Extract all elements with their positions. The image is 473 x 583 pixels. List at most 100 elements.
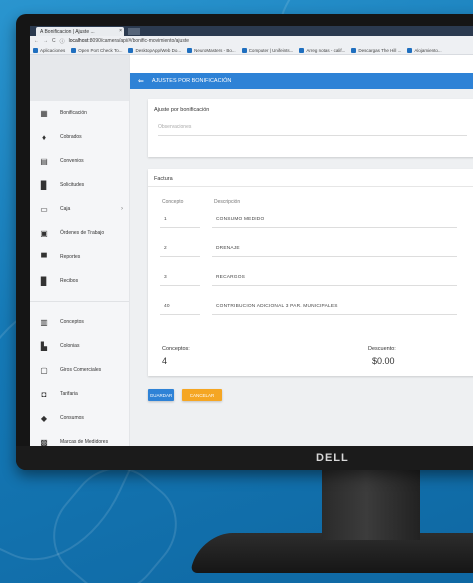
sidebar-item[interactable]: ▉ Solicitudes — [30, 173, 129, 197]
sidebar-item[interactable]: ▢ Giros Comerciales — [30, 358, 129, 382]
bookmark-icon — [407, 47, 413, 53]
concepto-cell[interactable]: 40 — [164, 304, 170, 309]
concepto-underline — [160, 227, 200, 228]
sidebar-item[interactable]: ◆ Consumos — [30, 406, 129, 430]
new-tab-button[interactable] — [128, 28, 140, 35]
sidebar-item-label: Giros Comerciales — [60, 367, 102, 373]
sidebar-item-label: Colonias — [60, 343, 80, 349]
address-bar[interactable]: ← → C ⓘ localhost:8090/camera/api/#/boni… — [30, 36, 473, 46]
monitor-stand — [322, 470, 420, 540]
concepto-underline — [160, 285, 200, 286]
column-header-concepto: Concepto — [162, 199, 184, 205]
cancel-button[interactable]: CANCELAR — [182, 389, 222, 401]
sidebar-item[interactable]: ▉ Recibos — [30, 269, 129, 293]
sidebar-menu-catalogs: ▥ Conceptos ▙ Colonias ▢ Giros Comerciales ◘ Ta… — [30, 310, 129, 447]
bookmark-item[interactable]: Aplicaciones — [33, 47, 65, 53]
bookmark-item[interactable]: Arreg notas - calif... — [299, 47, 346, 53]
sidebar-item[interactable]: ▥ Conceptos — [30, 310, 129, 334]
printer-icon: ▀ — [41, 252, 47, 262]
observaciones-underline — [158, 135, 467, 136]
descripcion-underline — [212, 227, 457, 228]
url-text[interactable]: localhost:8090/camera/api/#/bonific-movi… — [69, 38, 189, 44]
browser-tabstrip: A Bonificacion | Ajuste ... × — [30, 26, 473, 36]
factura-card: Factura Concepto Descripción A 1CONSUMO … — [148, 169, 473, 376]
bookmark-item[interactable]: Open Port Check To... — [71, 47, 122, 53]
descripcion-underline — [212, 314, 457, 315]
concepto-underline — [160, 314, 200, 315]
sidebar-item-label: Conceptos — [60, 319, 84, 325]
bookmark-label: Computer | Unifeints... — [248, 47, 294, 53]
bookmark-label: Alojamiento... — [414, 47, 442, 53]
conceptos-label: Conceptos: — [162, 346, 190, 352]
descripcion-cell[interactable]: CONTRIBUCION ADICIONAL 3 PAR. MUNICIPALE… — [216, 304, 338, 309]
sidebar-item-label: Recibos — [60, 278, 79, 284]
sidebar-item[interactable]: ◘ Tarifaria — [30, 382, 129, 406]
sidebar-header — [30, 55, 129, 101]
descuento-value: $0.00 — [372, 356, 395, 366]
concepto-cell[interactable]: 2 — [164, 246, 167, 251]
back-icon[interactable]: ← — [34, 38, 39, 44]
meter-icon: ▩ — [40, 437, 48, 447]
concepto-cell[interactable]: 1 — [164, 217, 167, 222]
sidebar-item-label: Cobrados — [60, 134, 82, 140]
tab-close-icon[interactable]: × — [119, 28, 122, 34]
sidebar-item[interactable]: ♦ Cobrados — [30, 125, 129, 149]
clipboard-icon: ▣ — [40, 228, 48, 238]
sidebar-item[interactable]: ▀ Reportes — [30, 245, 129, 269]
sidebar-item[interactable]: ▣ Órdenes de Trabajo — [30, 221, 129, 245]
sidebar-item-label: Reportes — [60, 254, 81, 260]
conceptos-value: 4 — [162, 356, 168, 366]
descripcion-cell[interactable]: RECARGOS — [216, 275, 245, 280]
bookmark-item[interactable]: DesktopApp/Web Do... — [128, 47, 181, 53]
sidebar-divider — [30, 301, 129, 302]
sidebar-item[interactable]: ▤ Convenios — [30, 149, 129, 173]
bookmark-item[interactable]: Computer | Unifeints... — [241, 47, 294, 53]
descuento-label: Descuento: — [368, 346, 396, 352]
sidebar-item[interactable]: ▩ Marcas de Medidores — [30, 430, 129, 447]
descripcion-cell[interactable]: CONSUMO MEDIDO — [216, 217, 264, 222]
descripcion-underline — [212, 256, 457, 257]
ajuste-card: Ajuste por bonificación Observaciones — [148, 99, 473, 157]
forward-icon[interactable]: → — [43, 38, 48, 44]
sidebar-item[interactable]: ▙ Colonias — [30, 334, 129, 358]
drop-icon: ♦ — [41, 132, 47, 142]
bookmark-icon — [299, 47, 305, 53]
bookmark-icon — [128, 47, 134, 53]
sidebar-item-label: Órdenes de Trabajo — [60, 230, 105, 236]
tag-icon: ◘ — [41, 389, 47, 399]
chevron-right-icon: › — [121, 206, 123, 212]
document-icon: ▤ — [40, 156, 48, 166]
info-icon: ⓘ — [59, 38, 65, 45]
tab-title: A Bonificacion | Ajuste ... — [40, 29, 95, 35]
sidebar-item[interactable]: ▦ Bonificación — [30, 101, 129, 125]
divider — [148, 186, 473, 187]
save-button[interactable]: GUARDAR — [148, 389, 174, 401]
bookmark-item[interactable]: NeuroMasters - Bo... — [187, 47, 236, 53]
concepto-underline — [160, 256, 200, 257]
concepto-cell[interactable]: 3 — [164, 275, 167, 280]
observaciones-field[interactable]: Observaciones — [158, 124, 191, 130]
bookmark-item[interactable]: Alojamiento... — [407, 47, 442, 53]
sidebar-item-label: Caja — [60, 206, 71, 212]
receipt-icon: ▉ — [40, 276, 48, 286]
monitor-chin — [16, 446, 473, 470]
descripcion-underline — [212, 285, 457, 286]
table-row: 40 CONTRIBUCION ADICIONAL 3 PAR. MUNICIPA… — [148, 304, 473, 332]
descripcion-cell[interactable]: DRENAJE — [216, 246, 240, 251]
reload-icon[interactable]: C — [52, 38, 56, 44]
bookmark-label: Descargas The Hill ... — [358, 47, 402, 53]
dell-logo: DELL — [316, 452, 349, 464]
bookmark-item[interactable]: Descargas The Hill ... — [351, 47, 402, 53]
bookmark-label: Arreg notas - calif... — [306, 47, 346, 53]
bookmark-icon — [33, 47, 38, 53]
column-header-descripcion: Descripción — [214, 199, 241, 205]
sidebar-item-label: Consumos — [60, 415, 84, 421]
sidebar-item[interactable]: ▭ Caja › — [30, 197, 129, 221]
browser-tab[interactable]: A Bonificacion | Ajuste ... × — [36, 27, 124, 36]
file-icon: ▉ — [40, 180, 48, 190]
table-row: 3 RECARGOS — [148, 275, 473, 303]
table-row: 1 CONSUMO MEDIDO — [148, 217, 473, 245]
arrow-left-icon[interactable]: ⇐ — [138, 77, 144, 85]
bookmark-label: NeuroMasters - Bo... — [194, 47, 236, 53]
bookmark-icon — [241, 47, 247, 53]
